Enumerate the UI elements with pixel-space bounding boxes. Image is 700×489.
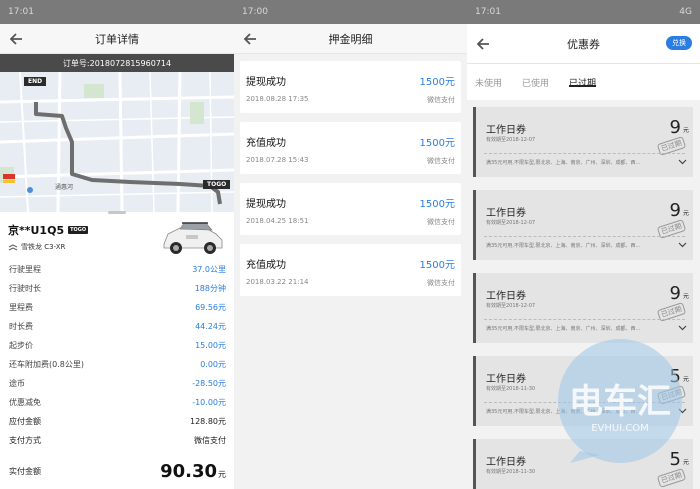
fee-row-return-surcharge: 还车附加费(0.8公里) 0.00元 — [9, 360, 226, 369]
end-marker: END — [24, 77, 47, 86]
coupon-card[interactable]: 工作日券 有效期至2018-12-07 9元 已过期 满35元可用,不限车型,限北… — [473, 190, 693, 260]
fee-row-coins: 途币 -28.50元 — [9, 379, 226, 388]
coupon-tabs: 未使用 已使用 已过期 — [467, 64, 700, 100]
map-canvas — [0, 72, 234, 212]
back-arrow-icon[interactable] — [8, 31, 24, 47]
car-model: 雪铁龙 C3-XR — [21, 243, 66, 251]
nav-bar: 订单详情 — [0, 24, 234, 54]
status-time: 17:01 — [475, 7, 501, 17]
status-time: 17:00 — [242, 7, 268, 17]
network-indicator: 4G — [679, 7, 692, 17]
fee-row-duration: 行驶时长 188分钟 — [9, 284, 226, 293]
deposit-record[interactable]: 提现成功 1500元 2018.08.28 17:35 微信支付 — [240, 61, 461, 113]
nav-bar: 优惠券 兑换 — [467, 24, 700, 64]
status-bar: 17:01 — [0, 0, 234, 24]
deposit-detail-screen: 17:00 押金明细 提现成功 1500元 2018.08.28 17:35 微信支… — [234, 0, 467, 489]
order-detail-screen: 17:01 订单详情 订单号:2018072815960714 END TOGO… — [0, 0, 234, 489]
expired-stamp: 已过期 — [656, 468, 687, 488]
chevron-down-icon[interactable] — [678, 240, 687, 249]
deposit-record[interactable]: 充值成功 1500元 2018.07.28 15:43 微信支付 — [240, 122, 461, 174]
page-title: 押金明细 — [328, 32, 373, 46]
togo-tag: TOGO — [68, 226, 89, 234]
back-arrow-icon[interactable] — [242, 31, 258, 47]
togo-marker: TOGO — [203, 180, 231, 189]
fee-row-distance: 行驶里程 37.0公里 — [9, 265, 226, 274]
deposit-record[interactable]: 提现成功 1500元 2018.04.25 18:51 微信支付 — [240, 183, 461, 235]
car-image-icon — [163, 222, 223, 254]
page-title: 订单详情 — [95, 32, 139, 46]
status-time: 17:01 — [8, 7, 34, 17]
evhui-watermark-logo: 电车汇 EVHUI.COM — [558, 339, 682, 463]
fee-list: 行驶里程 37.0公里 行驶时长 188分钟 里程费 69.56元 时长费 44.24元… — [0, 260, 234, 450]
chevron-down-icon[interactable] — [678, 157, 687, 166]
fee-row-pay-method: 支付方式 微信支付 — [9, 436, 226, 445]
total-amount: 90.30 — [160, 460, 217, 482]
total-unit: 元 — [218, 469, 226, 479]
total-label: 实付金额 — [9, 466, 41, 476]
license-plate: 京**U1Q5 — [8, 224, 65, 237]
tab-used[interactable]: 已使用 — [522, 64, 549, 100]
tab-unused[interactable]: 未使用 — [475, 64, 502, 100]
drag-handle[interactable] — [108, 211, 126, 214]
status-bar: 17:01 4G — [467, 0, 700, 24]
nav-bar: 押金明细 — [234, 24, 467, 54]
page-title: 优惠券 — [567, 37, 600, 51]
coupon-card[interactable]: 工作日券 有效期至2018-12-07 9元 已过期 满35元可用,不限车型,限北… — [473, 107, 693, 177]
deposit-record[interactable]: 充值成功 1500元 2018.03.22 21:14 微信支付 — [240, 244, 461, 296]
fee-row-base: 起步价 15.00元 — [9, 341, 226, 350]
redeem-button[interactable]: 兑换 — [666, 36, 692, 50]
back-arrow-icon[interactable] — [475, 36, 491, 52]
citroen-logo-icon — [8, 243, 18, 251]
fee-row-discount: 优惠减免 -10.00元 — [9, 398, 226, 407]
status-bar: 17:00 — [234, 0, 467, 24]
fee-row-time-fee: 时长费 44.24元 — [9, 322, 226, 331]
map-place-label: 通惠河 — [55, 184, 74, 191]
chevron-down-icon[interactable] — [678, 323, 687, 332]
watermark-text: 电车汇 — [569, 382, 671, 422]
total-value: 90.30元 — [160, 461, 226, 482]
watermark-url: EVHUI.COM — [591, 423, 649, 434]
total-paid-row: 实付金额 90.30元 — [9, 458, 226, 484]
fee-row-payable: 应付金额 128.80元 — [9, 417, 226, 426]
route-map[interactable]: END TOGO 通惠河 — [0, 72, 234, 212]
order-number: 订单号:2018072815960714 — [0, 54, 234, 72]
fee-row-mileage-fee: 里程费 69.56元 — [9, 303, 226, 312]
tab-expired[interactable]: 已过期 — [569, 64, 597, 100]
